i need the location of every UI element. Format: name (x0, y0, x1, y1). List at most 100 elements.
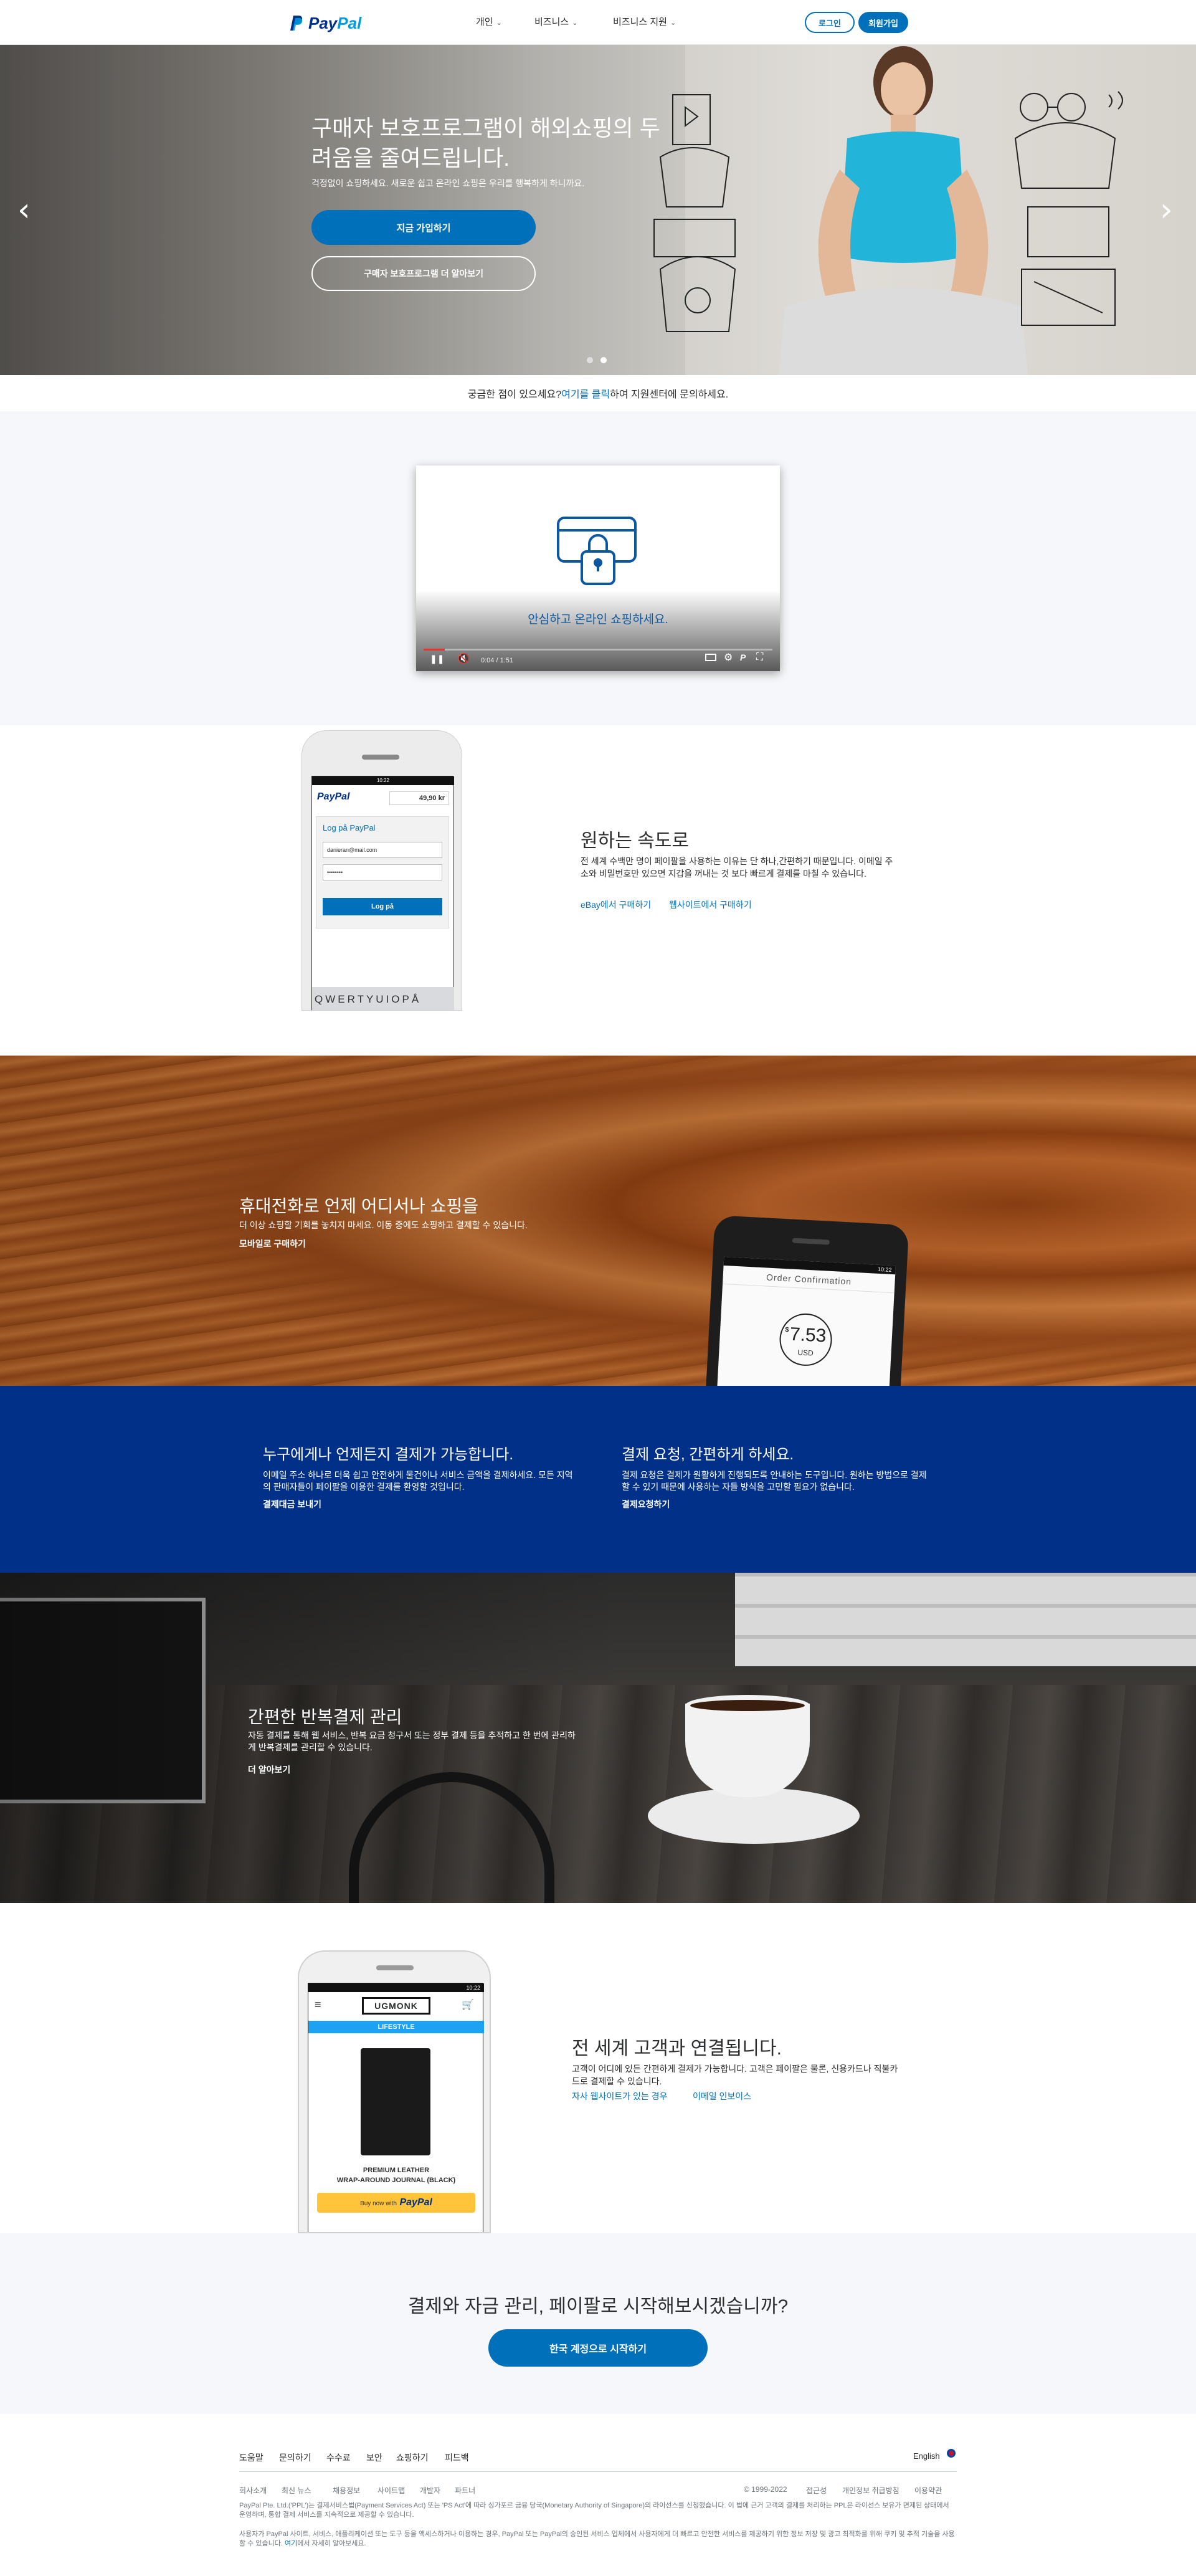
carousel-dot-2[interactable] (600, 357, 607, 363)
phone-keyboard: QWERTYUIOPÅ (312, 987, 454, 1010)
footer-shopping-link[interactable]: 쇼핑하기 (396, 2451, 429, 2464)
phone-paypal-buy-button: Buy now with PayPal (317, 2193, 475, 2213)
phone-paypal-login-image: 10:22 PayPal 49,90 kr Log på PayPal dani… (301, 730, 462, 1011)
mobile-text: 더 이상 쇼핑할 기회를 놓치지 마세요. 이동 중에도 쇼핑하고 결제할 수 … (239, 1220, 528, 1230)
mute-icon[interactable]: 🔇 (457, 652, 470, 665)
buy-brand: PayPal (399, 2197, 432, 2208)
cookie-suffix: 에서 자세히 알아보세요. (297, 2540, 366, 2547)
get-started-section: 결제와 자금 관리, 페이팔로 시작해보시겠습니까? 한국 계정으로 시작하기 (0, 2233, 1196, 2414)
nav-label: 비즈니스 지원 (613, 17, 667, 27)
request-payment-link[interactable]: 결제요청하기 (622, 1498, 670, 1510)
journal-image (361, 2048, 430, 2155)
global-customers-section: 10:22 ≡ UGMONK 🛒 LIFESTYLE PREMIUM LEATH… (0, 1903, 1196, 2233)
video-progress-bar[interactable] (424, 649, 772, 651)
global-text: 고객이 어디에 있든 간편하게 결제가 가능합니다. 고객은 페이팔은 물론, … (572, 2064, 898, 2086)
global-title: 전 세계 고객과 연결됩니다. (572, 2038, 782, 2059)
phone-password-field: •••••••• (323, 864, 442, 880)
hero-title: 구매자 보호프로그램이 해외쇼핑의 두려움을 줄여드립니다. (311, 115, 660, 171)
nav-business-support[interactable]: 비즈니스 지원 ⌄ (613, 15, 676, 28)
video-caption: 안심하고 온라인 쇼핑하세요. (528, 613, 668, 626)
footer-news-link[interactable]: 최신 뉴스 (282, 2485, 311, 2496)
logo-text-pal: Pal (337, 13, 362, 32)
get-started-title: 결제와 자금 관리, 페이팔로 시작해보시겠습니까? (407, 2296, 789, 2317)
phone-email-field: danieran@mail.com (323, 842, 442, 858)
footer-privacy-link[interactable]: 개인정보 취급방침 (842, 2485, 899, 2496)
recurring-title: 간편한 반복결제 관리 (248, 1707, 402, 1727)
phone-order-confirmation-image: 10:22 Order Confirmation $ 7.53 USD (705, 1215, 909, 1386)
chevron-down-icon: ⌄ (670, 19, 676, 27)
footer-contact-link[interactable]: 문의하기 (279, 2451, 311, 2464)
footer-copyright: © 1999-2022 (744, 2485, 787, 2494)
footer-fees-link[interactable]: 수수료 (326, 2451, 351, 2464)
fullscreen-icon[interactable]: ⛶ (756, 652, 763, 663)
help-link[interactable]: 여기를 클릭 (561, 386, 610, 401)
product-name-line2: WRAP-AROUND JOURNAL (BLACK) (336, 2177, 456, 2184)
carousel-dot-1[interactable] (587, 357, 593, 363)
recurring-learn-more-link[interactable]: 더 알아보기 (248, 1763, 290, 1776)
signup-now-button[interactable]: 지금 가입하기 (311, 210, 536, 245)
footer-terms-link[interactable]: 이용약관 (914, 2485, 942, 2496)
speed-title: 원하는 속도로 (581, 831, 689, 851)
settings-gear-icon[interactable]: ⚙ (724, 651, 733, 664)
start-korea-account-button[interactable]: 한국 계정으로 시작하기 (488, 2329, 708, 2367)
send-payment-link[interactable]: 결제대금 보내기 (263, 1498, 321, 1510)
footer-accessibility-link[interactable]: 접근성 (806, 2485, 827, 2496)
speed-section: 10:22 PayPal 49,90 kr Log på PayPal dani… (0, 725, 1196, 1056)
speed-text: 전 세계 수백만 명이 페이팔을 사용하는 이유는 단 하나,간편하기 때문입니… (581, 856, 893, 879)
nav-personal[interactable]: 개인 ⌄ (476, 15, 502, 28)
mobile-shopping-section: 10:22 Order Confirmation $ 7.53 USD 휴대전화… (0, 1056, 1196, 1386)
site-header: PayPal 개인 ⌄ 비즈니스 ⌄ 비즈니스 지원 ⌄ 로그인 회원가입 (0, 0, 1196, 45)
nav-label: 개인 (476, 17, 493, 27)
korea-flag-icon[interactable] (947, 2449, 956, 2458)
email-invoice-link[interactable]: 이메일 인보이스 (693, 2090, 751, 2102)
nav-label: 비즈니스 (534, 17, 569, 27)
video-section: 안심하고 온라인 쇼핑하세요. ❚❚ 🔇 0:04 / 1:51 ⚙ P ⛶ (0, 411, 1196, 725)
buy-on-website-link[interactable]: 웹사이트에서 구매하기 (669, 899, 752, 911)
phone-brand-logo: UGMONK (362, 1997, 430, 2015)
footer-feedback-link[interactable]: 피드백 (445, 2451, 469, 2464)
request-payment-text: 결제 요청은 결제가 원활하게 진행되도록 안내하는 도구입니다. 원하는 방법… (622, 1470, 927, 1492)
doodle-right-icon (1014, 91, 1123, 326)
footer-developers-link[interactable]: 개발자 (420, 2485, 440, 2496)
paypal-small-icon: P (740, 652, 746, 662)
carousel-prev-icon[interactable]: ‹ (17, 191, 31, 229)
nav-business[interactable]: 비즈니스 ⌄ (534, 15, 577, 28)
footer-help-link[interactable]: 도움말 (239, 2451, 263, 2464)
footer-partners-link[interactable]: 파트너 (455, 2485, 475, 2496)
phone-shop-image: 10:22 ≡ UGMONK 🛒 LIFESTYLE PREMIUM LEATH… (298, 1950, 491, 2233)
buy-with-mobile-link[interactable]: 모바일로 구매하기 (239, 1238, 306, 1250)
payments-section: 누구에게나 언제든지 결제가 가능합니다. 이메일 주소 하나로 더욱 쉽고 안… (0, 1386, 1196, 1573)
footer-security-link[interactable]: 보안 (366, 2451, 382, 2464)
card-lock-icon (557, 517, 637, 585)
buy-prefix: Buy now with (360, 2200, 397, 2207)
help-suffix: 하여 지원센터에 문의하세요. (610, 389, 729, 400)
phone-amount-circle: $ 7.53 USD (778, 1312, 833, 1368)
phone-status-bar: 10:22 (312, 776, 454, 785)
phone-status-bar: 10:22 (308, 1983, 484, 1992)
footer-sitemap-link[interactable]: 사이트맵 (377, 2485, 405, 2496)
mobile-title: 휴대전화로 언제 어디서나 쇼핑을 (239, 1196, 478, 1216)
phone-menu-bar: LIFESTYLE (308, 2021, 484, 2033)
login-button[interactable]: 로그인 (805, 12, 855, 33)
signup-button[interactable]: 회원가입 (858, 12, 908, 33)
footer-about-link[interactable]: 회사소개 (239, 2485, 267, 2496)
paypal-logo[interactable]: PayPal (290, 12, 361, 34)
captions-icon[interactable] (705, 654, 716, 661)
help-prefix: 궁금한 점이 있으세요? (467, 389, 562, 400)
product-name-line1: PREMIUM LEATHER (363, 2167, 430, 2174)
recurring-text: 자동 결제를 통해 웹 서비스, 반복 요금 청구서 또는 정부 결제 등을 추… (248, 1730, 576, 1752)
buyer-protection-learn-more-button[interactable]: 구매자 보호프로그램 더 알아보기 (311, 256, 536, 291)
phone-login-button: Log på (323, 898, 442, 915)
send-payment-title: 누구에게나 언제든지 결제가 가능합니다. (263, 1446, 514, 1463)
language-selector[interactable]: English (913, 2451, 940, 2461)
own-website-link[interactable]: 자사 웹사이트가 있는 경우 (572, 2090, 667, 2102)
footer-jobs-link[interactable]: 채용정보 (333, 2485, 360, 2496)
cookie-link[interactable]: 여기 (285, 2540, 297, 2547)
video-time: 0:04 / 1:51 (481, 657, 513, 664)
video-player[interactable]: 안심하고 온라인 쇼핑하세요. ❚❚ 🔇 0:04 / 1:51 ⚙ P ⛶ (416, 465, 780, 671)
pause-icon[interactable]: ❚❚ (430, 654, 444, 664)
carousel-next-icon[interactable]: › (1160, 191, 1173, 229)
phone-login-title: Log på PayPal (323, 823, 376, 832)
chevron-down-icon: ⌄ (496, 19, 502, 27)
buy-on-ebay-link[interactable]: eBay에서 구매하기 (581, 899, 651, 911)
